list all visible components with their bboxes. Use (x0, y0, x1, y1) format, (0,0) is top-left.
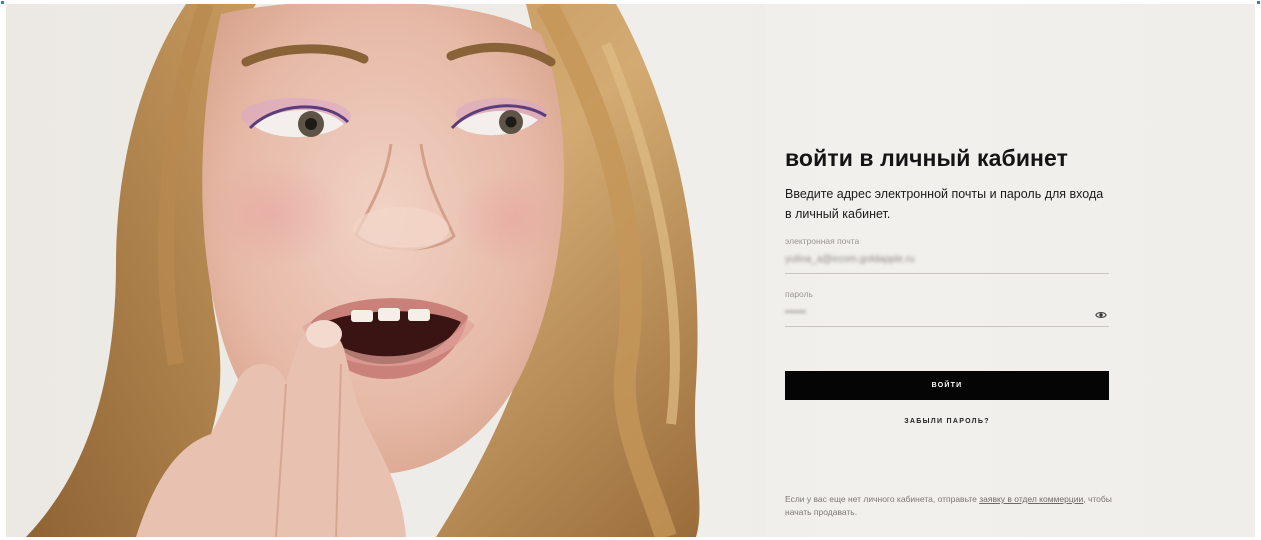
registration-note-text: Если у вас еще нет личного кабинета, отп… (785, 494, 980, 504)
email-label: электронная почта (785, 236, 860, 246)
login-button[interactable]: войти (785, 371, 1109, 400)
hero-photo-illustration (26, 4, 766, 537)
eye-icon[interactable] (1095, 307, 1107, 318)
corner-marker-left (1, 1, 4, 4)
corner-marker-right (1257, 1, 1260, 4)
email-input[interactable] (785, 250, 1075, 268)
password-field: пароль (785, 289, 1109, 327)
login-description: Введите адрес электронной почты и пароль… (785, 187, 1104, 221)
password-input[interactable] (785, 303, 1075, 321)
commerce-request-link[interactable]: заявку в отдел коммерции (979, 494, 1083, 504)
forgot-password-link[interactable]: забыли пароль? (785, 418, 1109, 425)
password-label: пароль (785, 289, 813, 299)
login-form: войти в личный кабинет Введите адрес эле… (785, 144, 1109, 425)
page-title: войти в личный кабинет (785, 145, 1069, 171)
login-page: войти в личный кабинет Введите адрес эле… (6, 4, 1255, 537)
registration-note: Если у вас еще нет личного кабинета, отп… (785, 493, 1125, 519)
hero-photo (6, 4, 766, 537)
email-field: электронная почта (785, 236, 1109, 274)
